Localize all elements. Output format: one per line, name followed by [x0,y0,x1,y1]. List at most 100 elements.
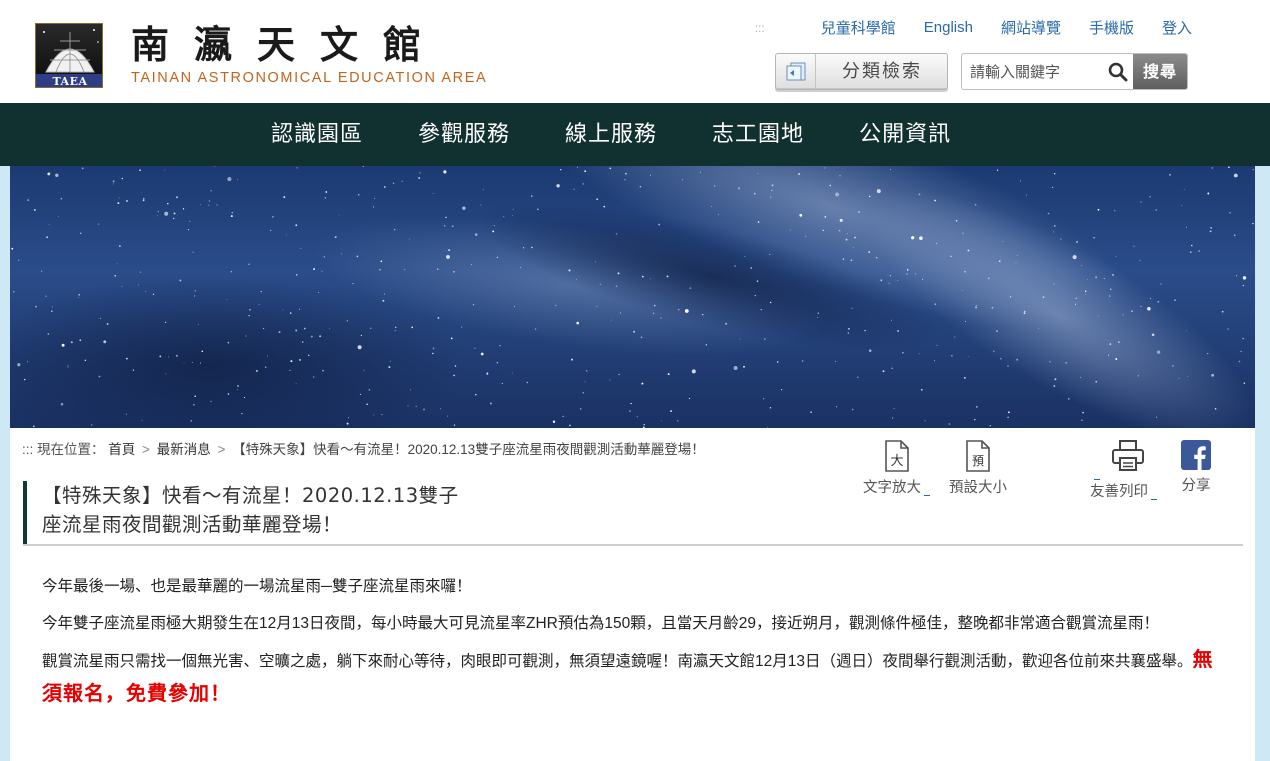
star [962,232,964,234]
nav-item-about[interactable]: 認識園區 [271,103,363,166]
site-title[interactable]: 南瀛天文館 [131,22,511,68]
star [357,345,362,350]
star [556,184,560,188]
star [919,236,923,240]
star [1082,411,1084,414]
star [388,366,391,369]
link-sitemap[interactable]: 網站導覽 [1001,17,1061,38]
text-enlarge-button[interactable]: 大 文字放大 [863,440,930,498]
star [1211,167,1214,169]
star [584,170,587,173]
star [318,292,320,293]
star [1147,307,1151,311]
link-login[interactable]: 登入 [1162,17,1192,38]
star [267,355,268,357]
nav-item-volunteer[interactable]: 志工園地 [712,103,804,166]
star [27,361,28,363]
star [230,271,232,273]
star [374,197,376,199]
star [299,308,301,310]
text-enlarge-label: 文字放大 [863,480,921,496]
link-kids-science[interactable]: 兒童科學館 [821,17,896,38]
star [964,320,967,322]
star [272,216,274,218]
star [829,184,832,187]
main-nav-list: 認識園區 參觀服務 線上服務 志工園地 公開資訊 [271,103,1006,166]
star [660,317,662,319]
star [914,273,916,275]
star [453,374,455,377]
nav-item-visit[interactable]: 參觀服務 [418,103,510,166]
star [475,393,477,396]
star [13,290,15,293]
category-search-button[interactable]: 分類檢索 [775,53,948,90]
site-subtitle: TAINAN ASTRONOMICAL EDUCATION AREA [131,70,488,86]
star [1140,306,1142,308]
star [846,233,848,235]
share-button[interactable]: 分享 [1181,440,1211,496]
star [298,358,301,361]
star [615,285,618,287]
star [60,402,64,406]
star [152,293,155,295]
search-input[interactable] [970,60,1110,84]
star [615,233,618,235]
star [194,290,197,292]
accesskey-marker[interactable]: ::: [755,21,765,35]
star [51,310,53,312]
star [492,230,495,233]
nav-item-public-info[interactable]: 公開資訊 [859,103,951,166]
nav-item-online[interactable]: 線上服務 [565,103,657,166]
print-button[interactable]: 友善列印 [1082,440,1157,502]
star [112,180,115,183]
star [852,247,854,249]
star [744,255,746,257]
star [975,305,977,307]
star [164,169,166,171]
star [319,335,322,338]
search-button[interactable]: 搜尋 [1133,54,1187,89]
facebook-icon [1181,440,1211,470]
logo-badge: TAEA [36,74,102,87]
star [857,376,859,378]
star [392,182,395,184]
star [493,225,495,226]
star [1024,310,1026,313]
star [79,232,82,235]
star [876,189,881,194]
star [249,308,251,311]
star [214,166,216,167]
star [329,327,331,329]
star [677,420,679,422]
star [595,261,597,263]
link-mobile[interactable]: 手機版 [1089,17,1134,38]
default-size-button[interactable]: 預 預設大小 [949,440,1007,498]
star [409,238,410,240]
star [1042,296,1045,299]
search-icon[interactable] [1108,62,1128,82]
star [975,406,978,408]
star [1007,416,1009,419]
star [511,372,513,374]
star [119,245,121,247]
star [868,349,872,352]
star [739,338,741,340]
star [757,172,759,174]
printer-icon [1111,440,1144,471]
star [340,253,342,255]
star [286,234,288,236]
star [103,340,107,344]
star [46,236,48,239]
star [1210,227,1212,229]
star [1026,194,1028,196]
star [27,199,29,201]
link-english[interactable]: English [924,19,973,36]
star [705,344,707,346]
star [760,308,762,311]
star [1079,376,1081,378]
star [138,284,139,286]
star [194,395,196,397]
star [1109,288,1112,291]
star [501,382,503,385]
site-logo[interactable]: TAEA [35,23,103,88]
